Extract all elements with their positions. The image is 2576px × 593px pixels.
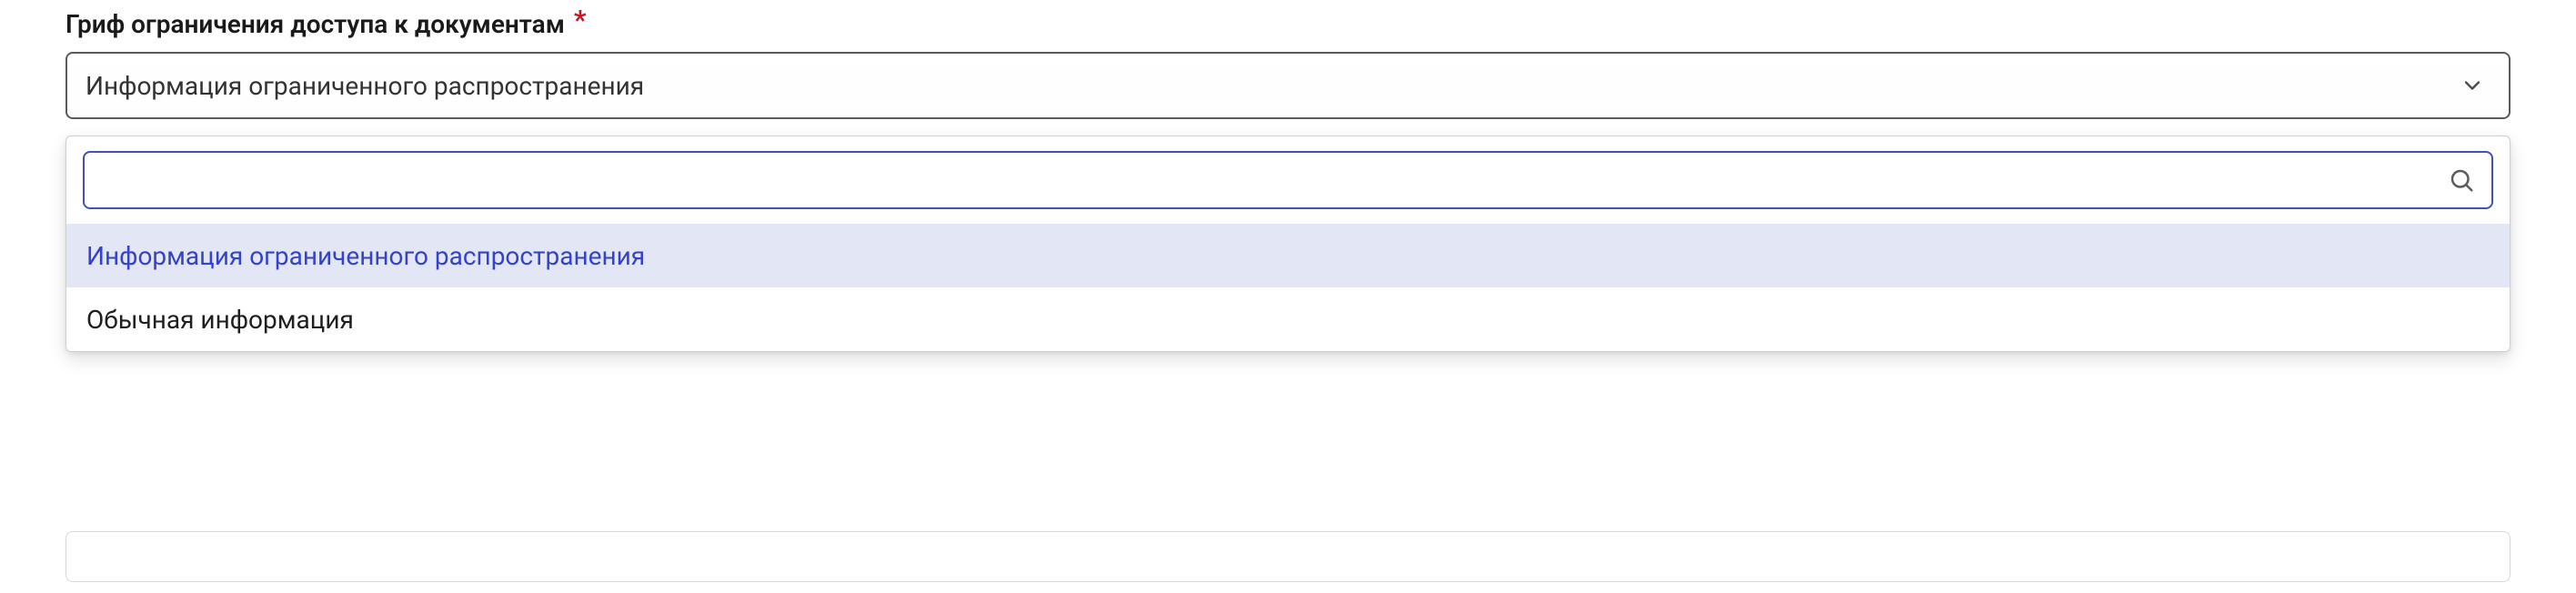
required-asterisk: * <box>574 7 587 35</box>
secondary-text-field[interactable] <box>65 531 2511 582</box>
field-label-text: Гриф ограничения доступа к документам <box>65 9 565 39</box>
dropdown-option-label: Информация ограниченного распространения <box>86 241 645 271</box>
chevron-down-icon <box>2460 73 2485 98</box>
select-current-value: Информация ограниченного распространения <box>86 71 644 101</box>
access-level-select[interactable]: Информация ограниченного распространения <box>65 52 2511 119</box>
dropdown-search-input[interactable] <box>101 166 2448 196</box>
dropdown-options: Информация ограниченного распространения… <box>66 224 2510 351</box>
dropdown-option[interactable]: Информация ограниченного распространения <box>66 224 2510 287</box>
dropdown-option-label: Обычная информация <box>86 305 354 335</box>
field-label: Гриф ограничения доступа к документам * <box>65 9 2511 39</box>
dropdown-panel: Информация ограниченного распространения… <box>65 136 2511 352</box>
secondary-text-input[interactable] <box>83 542 2493 572</box>
search-icon <box>2448 166 2475 194</box>
dropdown-search-box[interactable] <box>83 151 2493 209</box>
dropdown-option[interactable]: Обычная информация <box>66 287 2510 351</box>
